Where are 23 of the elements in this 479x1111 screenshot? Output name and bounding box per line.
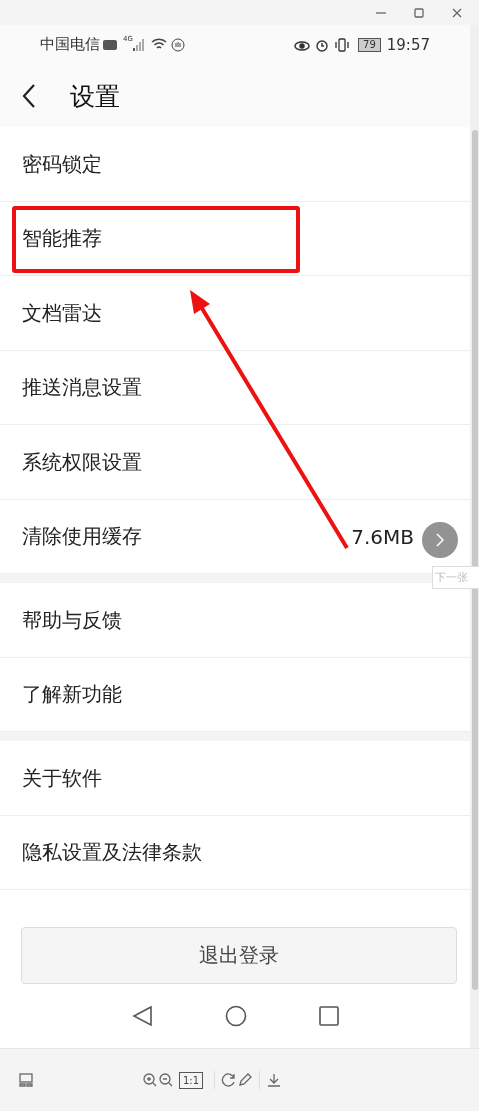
settings-item[interactable]: 智能推荐: [0, 201, 470, 277]
page-title: 设置: [70, 80, 120, 113]
rotate-icon[interactable]: [221, 1072, 238, 1088]
clock-time: 19:57: [386, 35, 430, 54]
logout-button[interactable]: 退出登录: [21, 927, 457, 985]
recents-icon[interactable]: [319, 1006, 339, 1027]
zoom-in-icon[interactable]: [142, 1072, 158, 1088]
home-icon[interactable]: [225, 1005, 247, 1028]
signal-icon: [132, 38, 145, 51]
hd-icon: [103, 39, 117, 50]
battery-level: 79: [358, 37, 381, 52]
carrier-name: 中国电信: [40, 35, 100, 55]
layout-icon[interactable]: [18, 1072, 34, 1088]
eye-icon: [294, 38, 311, 51]
vibrate-icon: [334, 37, 351, 52]
back-icon[interactable]: [22, 83, 36, 110]
chevron-icon: [436, 533, 444, 547]
download-icon[interactable]: [266, 1072, 283, 1088]
actual-size-button[interactable]: 1:1: [179, 1071, 204, 1089]
back-nav-icon[interactable]: [131, 1005, 153, 1028]
pencil-icon[interactable]: [237, 1072, 254, 1088]
alarm-icon: [315, 37, 330, 52]
zoom-out-icon[interactable]: [158, 1072, 174, 1088]
